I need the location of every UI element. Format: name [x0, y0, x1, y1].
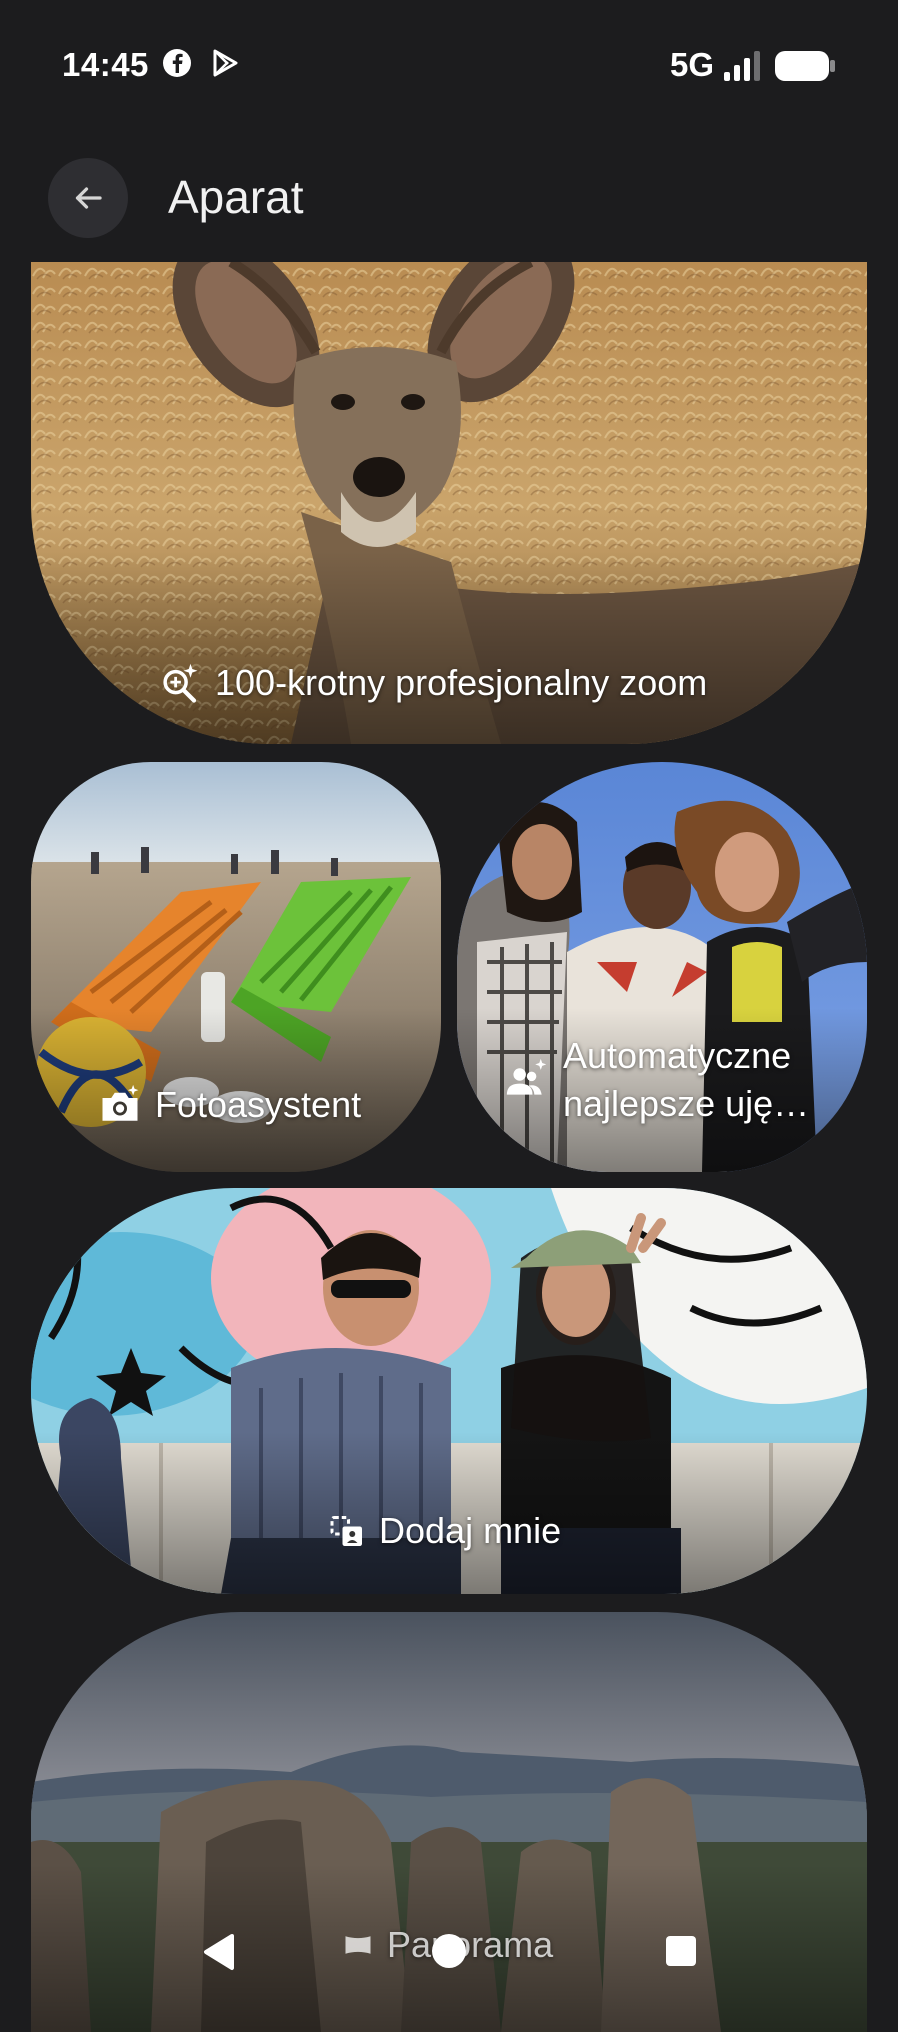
photo-assistant-card[interactable]: Fotoasystent: [31, 762, 441, 1172]
page-title: Aparat: [168, 171, 304, 223]
back-triangle-icon[interactable]: [200, 1932, 236, 1972]
add-me-icon: [330, 1516, 362, 1546]
back-button[interactable]: [48, 158, 128, 238]
add-me-label: Dodaj mnie: [379, 1510, 562, 1551]
recents-square-icon[interactable]: [664, 1934, 698, 1968]
status-bar: 14:45 5G: [0, 0, 898, 130]
arrow-left-icon: [75, 187, 102, 209]
zoom-feature-label: 100-krotny profesjonalny zoom: [215, 662, 708, 703]
home-circle-icon[interactable]: [430, 1932, 468, 1970]
photo-assistant-label: Fotoasystent: [155, 1084, 362, 1125]
facebook-icon: [163, 49, 191, 77]
battery-icon: [775, 51, 835, 81]
signal-icon: [724, 51, 760, 81]
status-time: 14:45: [62, 46, 149, 83]
photo-assistant-label-group: Fotoasystent: [99, 1084, 361, 1126]
zoom-sparkle-icon: [163, 663, 198, 703]
best-shot-label-line2: najlepsze uję…: [563, 1083, 810, 1124]
best-shot-label-line1: Automatyczne: [563, 1035, 792, 1076]
play-store-icon: [213, 49, 238, 77]
network-type: 5G: [670, 46, 715, 83]
best-shot-card[interactable]: Automatyczne najlepsze uję…: [457, 762, 867, 1172]
camera-sparkle-icon: [102, 1084, 139, 1121]
people-sparkle-icon: [506, 1058, 547, 1095]
best-shot-label-group: Automatyczne najlepsze uję…: [505, 1032, 809, 1128]
zoom-feature-card[interactable]: 100-krotny profesjonalny zoom: [31, 262, 867, 744]
system-nav-bar: [0, 1910, 898, 2000]
best-shot-label-text: Automatyczne najlepsze uję…: [563, 1032, 809, 1128]
add-me-card[interactable]: Dodaj mnie: [31, 1188, 867, 1594]
zoom-feature-label-group: 100-krotny profesjonalny zoom: [159, 662, 707, 704]
add-me-label-group: Dodaj mnie: [329, 1510, 561, 1552]
